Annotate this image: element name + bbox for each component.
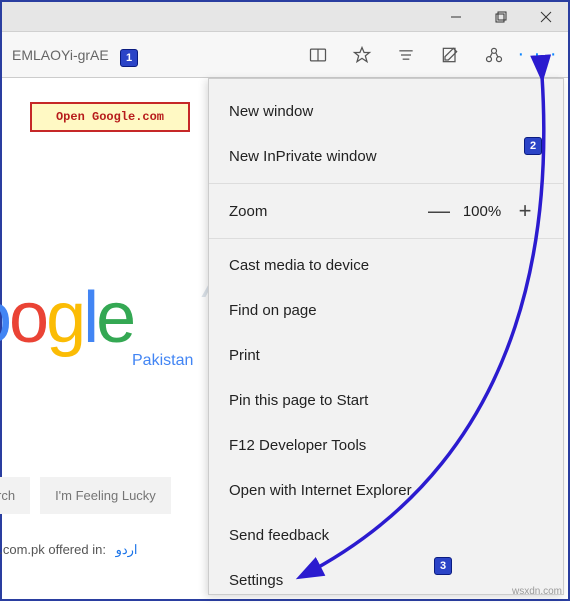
minimize-button[interactable] bbox=[433, 2, 478, 32]
zoom-value: 100% bbox=[457, 203, 507, 220]
menu-pin-to-start[interactable]: Pin this page to Start bbox=[209, 378, 563, 423]
menu-new-window[interactable]: New window bbox=[209, 89, 563, 134]
google-buttons-row: rch I'm Feeling Lucky bbox=[0, 477, 171, 514]
zoom-in-button[interactable]: + bbox=[507, 198, 543, 224]
browser-toolbar: EMLAOYi-grAE · · · bbox=[2, 32, 568, 78]
menu-find-on-page[interactable]: Find on page bbox=[209, 288, 563, 333]
close-button[interactable] bbox=[523, 2, 568, 32]
google-offered-in: e.com.pk offered in: اردو bbox=[0, 542, 138, 558]
address-bar-fragment[interactable]: EMLAOYi-grAE bbox=[2, 47, 296, 63]
menu-separator bbox=[209, 183, 563, 184]
annotation-callout-box: Open Google.com bbox=[30, 102, 190, 132]
window-titlebar bbox=[2, 2, 568, 32]
hub-icon[interactable] bbox=[384, 33, 428, 77]
annotation-badge-1: 1 bbox=[120, 49, 138, 67]
menu-settings[interactable]: Settings bbox=[209, 558, 563, 603]
menu-separator bbox=[209, 238, 563, 239]
image-credit: wsxdn.com bbox=[512, 586, 562, 597]
more-menu-button[interactable]: · · · bbox=[516, 33, 560, 77]
menu-print[interactable]: Print bbox=[209, 333, 563, 378]
menu-open-ie[interactable]: Open with Internet Explorer bbox=[209, 468, 563, 513]
restore-button[interactable] bbox=[478, 2, 523, 32]
zoom-label: Zoom bbox=[229, 203, 421, 220]
more-menu-panel: New window New InPrivate window Zoom — 1… bbox=[208, 78, 564, 595]
menu-cast-media[interactable]: Cast media to device bbox=[209, 243, 563, 288]
google-logo: oogle bbox=[0, 277, 133, 359]
menu-new-inprivate[interactable]: New InPrivate window bbox=[209, 134, 563, 179]
feeling-lucky-button[interactable]: I'm Feeling Lucky bbox=[40, 477, 171, 514]
google-country-label: Pakistan bbox=[132, 352, 193, 370]
google-search-button[interactable]: rch bbox=[0, 477, 30, 514]
annotation-badge-2: 2 bbox=[524, 137, 542, 155]
zoom-out-button[interactable]: — bbox=[421, 198, 457, 224]
menu-devtools[interactable]: F12 Developer Tools bbox=[209, 423, 563, 468]
reading-view-icon[interactable] bbox=[296, 33, 340, 77]
menu-send-feedback[interactable]: Send feedback bbox=[209, 513, 563, 558]
annotation-badge-3: 3 bbox=[434, 557, 452, 575]
google-lang-link[interactable]: اردو bbox=[116, 542, 138, 557]
menu-zoom-row: Zoom — 100% + bbox=[209, 188, 563, 234]
webnote-icon[interactable] bbox=[428, 33, 472, 77]
share-icon[interactable] bbox=[472, 33, 516, 77]
favorite-star-icon[interactable] bbox=[340, 33, 384, 77]
